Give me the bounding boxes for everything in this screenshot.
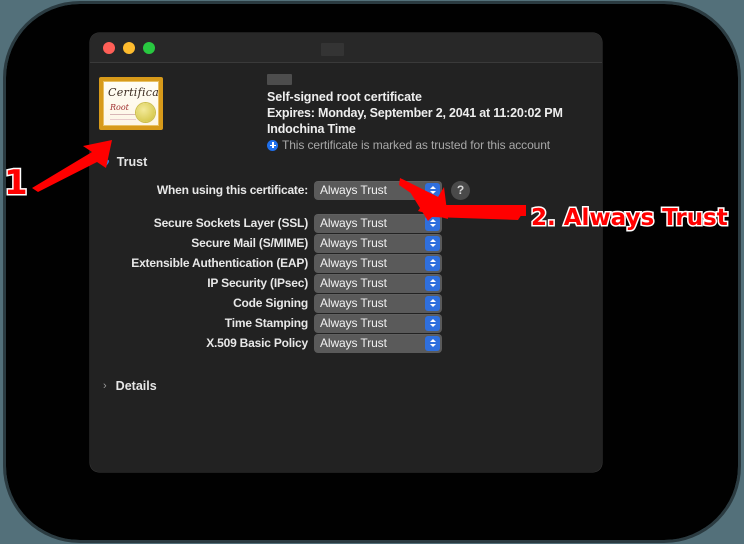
details-section-disclosure[interactable]: › Details	[103, 379, 602, 393]
trust-row-label: IP Security (IPsec)	[207, 276, 308, 290]
trust-popup-value: Always Trust	[320, 256, 387, 270]
trust-popup-code-signing[interactable]: Always Trust	[314, 293, 442, 313]
trust-popup-smime[interactable]: Always Trust	[314, 233, 442, 253]
chevron-updown-icon[interactable]	[425, 315, 440, 331]
trust-popup-value: Always Trust	[320, 236, 387, 250]
certificate-expiry: Expires: Monday, September 2, 2041 at 11…	[267, 106, 563, 136]
certificate-name-redaction	[267, 74, 292, 85]
trust-row-code-signing: Code Signing Always Trust	[90, 293, 602, 313]
minimize-button[interactable]	[123, 42, 135, 54]
annotation-step-2-label: 2. Always Trust	[530, 205, 730, 231]
trust-popup-value: Always Trust	[320, 316, 387, 330]
trust-popup-value: Always Trust	[320, 336, 387, 350]
chevron-right-icon[interactable]: ›	[103, 380, 107, 392]
trust-popup-x509[interactable]: Always Trust	[314, 333, 442, 353]
help-button[interactable]: ?	[451, 180, 470, 200]
certificate-header: Certificate Root Self-signed root certif…	[90, 63, 602, 152]
close-button[interactable]	[103, 42, 115, 54]
certificate-thumb-word-certificate: Certificate	[108, 86, 159, 99]
trust-row-label: Extensible Authentication (EAP)	[131, 256, 308, 270]
plus-circle-icon	[267, 139, 278, 151]
trust-popup-ssl[interactable]: Always Trust	[314, 213, 442, 233]
chevron-updown-icon[interactable]	[425, 295, 440, 311]
chevron-updown-icon[interactable]	[425, 235, 440, 251]
chevron-updown-icon[interactable]	[425, 182, 440, 198]
trust-row-label: Time Stamping	[224, 316, 308, 330]
certificate-thumbnail-inner: Certificate Root	[103, 81, 159, 126]
chevron-updown-icon[interactable]	[425, 335, 440, 351]
trust-row-when-using: When using this certificate: Always Trus…	[90, 180, 602, 200]
certificate-subtitle: Self-signed root certificate	[267, 90, 422, 104]
certificate-window: Certificate Root Self-signed root certif…	[90, 33, 602, 472]
annotation-step-1-label: 1	[3, 163, 30, 203]
trust-row-label: Secure Sockets Layer (SSL)	[153, 216, 308, 230]
trust-row-label: When using this certificate:	[156, 183, 308, 197]
trust-row-x509: X.509 Basic Policy Always Trust	[90, 333, 602, 353]
trust-popup-eap[interactable]: Always Trust	[314, 253, 442, 273]
certificate-thumb-word-root: Root	[110, 103, 129, 112]
trust-section-disclosure[interactable]: ♥ Trust	[102, 155, 602, 169]
heart-disclosure-icon[interactable]: ♥	[102, 156, 110, 169]
trust-row-smime: Secure Mail (S/MIME) Always Trust	[90, 233, 602, 253]
trust-popup-value: Always Trust	[320, 276, 387, 290]
certificate-info: Self-signed root certificate Expires: Mo…	[267, 74, 594, 152]
certificate-thumb-squiggle	[110, 114, 136, 120]
trust-row-label: Code Signing	[233, 296, 308, 310]
trust-row-time-stamping: Time Stamping Always Trust	[90, 313, 602, 333]
trust-section-label: Trust	[116, 155, 148, 169]
trust-row-ipsec: IP Security (IPsec) Always Trust	[90, 273, 602, 293]
certificate-seal-icon	[136, 103, 155, 122]
chevron-updown-icon[interactable]	[425, 215, 440, 231]
window-title-redaction	[321, 43, 344, 56]
trust-row-label: Secure Mail (S/MIME)	[191, 236, 308, 250]
maximize-button[interactable]	[143, 42, 155, 54]
window-titlebar	[90, 33, 602, 63]
certificate-trust-status-text: This certificate is marked as trusted fo…	[282, 138, 551, 152]
trust-row-eap: Extensible Authentication (EAP) Always T…	[90, 253, 602, 273]
chevron-updown-icon[interactable]	[425, 275, 440, 291]
trust-popup-time-stamping[interactable]: Always Trust	[314, 313, 442, 333]
trust-row-label: X.509 Basic Policy	[206, 336, 308, 350]
trust-settings-list: When using this certificate: Always Trus…	[90, 180, 602, 353]
certificate-trust-status-row: This certificate is marked as trusted fo…	[267, 138, 594, 152]
trust-popup-when-using[interactable]: Always Trust	[314, 180, 442, 200]
trust-popup-value: Always Trust	[320, 183, 387, 197]
trust-popup-ipsec[interactable]: Always Trust	[314, 273, 442, 293]
trust-popup-value: Always Trust	[320, 216, 387, 230]
certificate-thumbnail-icon: Certificate Root	[99, 77, 163, 130]
chevron-updown-icon[interactable]	[425, 255, 440, 271]
trust-popup-value: Always Trust	[320, 296, 387, 310]
trust-row-ssl: Secure Sockets Layer (SSL) Always Trust	[90, 213, 602, 233]
details-section-label: Details	[115, 379, 157, 393]
